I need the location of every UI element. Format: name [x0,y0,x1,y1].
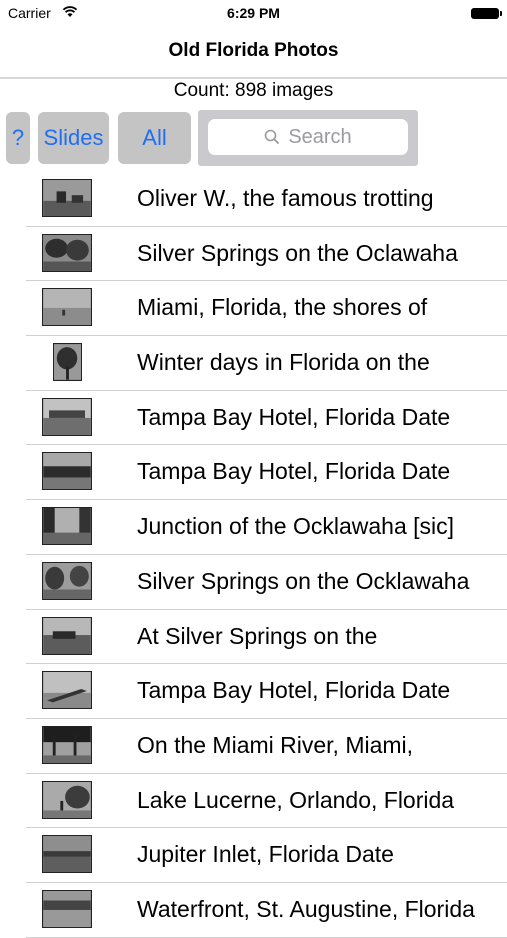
row-title: At Silver Springs on the [137,622,378,649]
toolbar: ? Slides All Search [0,110,507,166]
row-title: Tampa Bay Hotel, Florida Date [137,677,451,704]
row-title: Tampa Bay Hotel, Florida Date [137,458,451,485]
row-title: On the Miami River, Miami, [137,731,414,758]
list-item[interactable]: Silver Springs on the Ocklawaha [26,555,507,610]
photo-thumbnail [53,343,82,382]
list-item[interactable]: Waterfront, St. Augustine, Florida [26,883,507,938]
slides-button[interactable]: Slides [38,112,109,164]
search-bar: Search [198,110,418,166]
photo-thumbnail [42,288,92,327]
list-item[interactable]: Lake Lucerne, Orlando, Florida [26,774,507,829]
status-bar: Carrier 6:29 PM [0,0,507,28]
row-title: Oliver W., the famous trotting [137,185,434,211]
photo-thumbnail [42,233,92,272]
photo-thumbnail [42,561,92,600]
help-button[interactable]: ? [6,112,30,164]
search-placeholder: Search [288,125,352,148]
row-title: Lake Lucerne, Orlando, Florida [137,786,455,813]
list-item[interactable]: Winter days in Florida on the [26,336,507,391]
row-title: Silver Springs on the Ocklawaha [137,567,470,594]
nav-divider [0,77,507,79]
row-title: Silver Springs on the Oclawaha [137,239,458,266]
list-item[interactable]: Miami, Florida, the shores of [26,281,507,337]
photo-thumbnail [42,835,92,874]
list-item[interactable]: Tampa Bay Hotel, Florida Date [26,391,507,446]
list-item[interactable]: Jupiter Inlet, Florida Date [26,828,507,883]
battery-icon [471,8,502,19]
photo-thumbnail [42,397,92,436]
row-title: Junction of the Ocklawaha [sic] [137,513,455,540]
image-count: Count: 898 images [173,80,334,101]
photo-list: Oliver W., the famous trotting Silver Sp… [26,172,507,938]
list-item[interactable]: Tampa Bay Hotel, Florida Date [26,664,507,719]
row-title: Tampa Bay Hotel, Florida Date [137,403,451,430]
row-title: Winter days in Florida on the [137,349,430,376]
list-item[interactable]: On the Miami River, Miami, [26,719,507,774]
photo-thumbnail [42,507,92,546]
page-title: Old Florida Photos [168,40,339,61]
photo-thumbnail [42,452,92,491]
search-icon [265,129,280,145]
list-item[interactable]: Tampa Bay Hotel, Florida Date [26,445,507,501]
clock-time: 6:29 PM [227,5,280,21]
photo-thumbnail [42,179,92,217]
list-item[interactable]: Silver Springs on the Oclawaha [26,227,507,282]
photo-thumbnail [42,780,92,819]
all-button[interactable]: All [118,112,191,164]
list-item[interactable]: Oliver W., the famous trotting [26,172,507,227]
photo-thumbnail [42,725,92,764]
photo-thumbnail [42,889,92,928]
photo-thumbnail [42,616,92,655]
photo-thumbnail [42,671,92,710]
search-input[interactable]: Search [208,119,408,155]
row-title: Jupiter Inlet, Florida Date [137,841,394,868]
list-item[interactable]: At Silver Springs on the [26,610,507,665]
list-item[interactable]: Junction of the Ocklawaha [sic] [26,500,507,555]
row-title: Miami, Florida, the shores of [137,294,428,321]
